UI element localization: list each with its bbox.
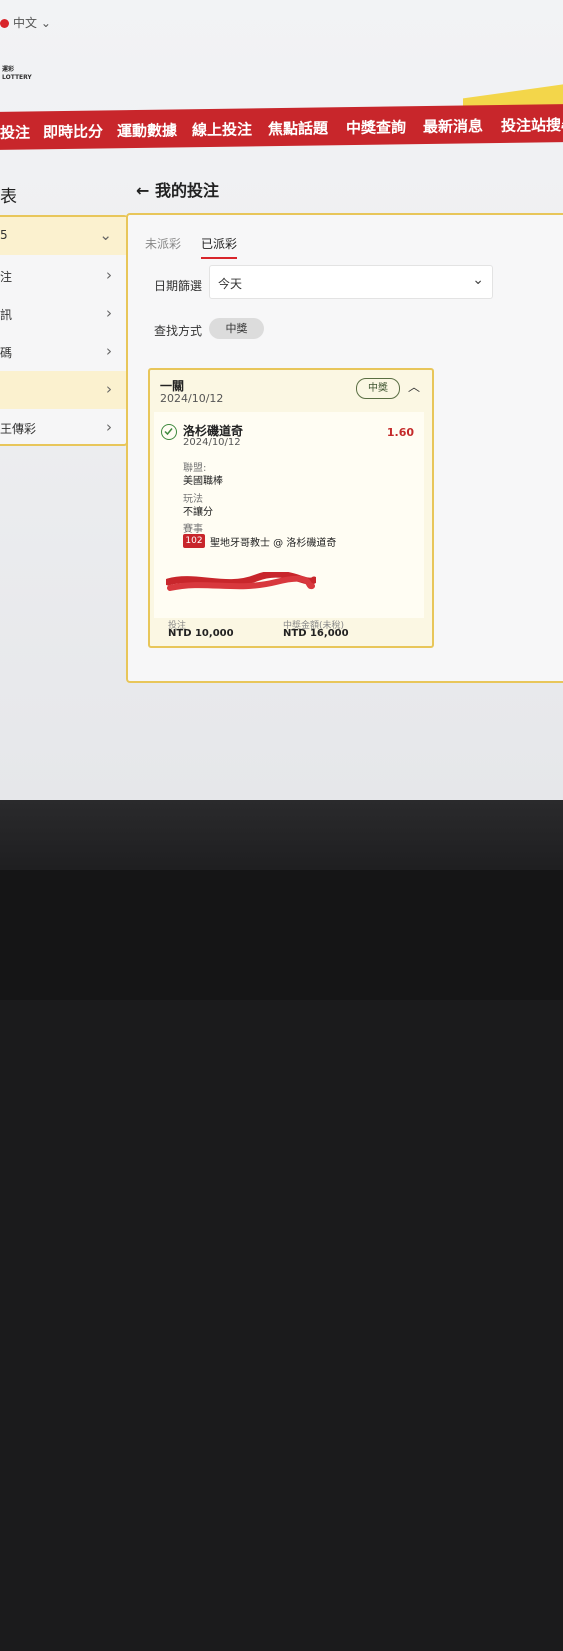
status-badge: 中獎: [356, 378, 400, 399]
league-value: 美國職棒: [183, 476, 223, 487]
nav-item-live-score[interactable]: 即時比分: [43, 120, 103, 142]
game-number-badge: 102: [183, 534, 205, 548]
chevron-right-icon: ›: [106, 304, 112, 322]
stake-value: NTD 10,000: [168, 628, 234, 639]
bets-panel: 未派彩 已派彩 日期篩選 今天 ⌄ 查找方式 中獎 一關 2024/10/12 …: [126, 213, 563, 683]
sidebar-item[interactable]: 訊 ›: [0, 295, 126, 333]
date-filter-label: 日期篩選: [154, 279, 203, 293]
sidebar-item[interactable]: 5 ⌄: [0, 217, 126, 255]
chevron-right-icon: ›: [106, 342, 112, 360]
selection-date: 2024/10/12: [183, 437, 241, 448]
bet-card-header[interactable]: 一關 2024/10/12 中獎 ︿: [150, 370, 432, 412]
payout-value: NTD 16,000: [283, 628, 349, 639]
sidebar-item-active[interactable]: ›: [0, 371, 126, 409]
browser-screen: 中文 ⌄ 運彩 LOTTERY 投注 即時比分 運動數據 線上投注 焦點話題 中獎…: [0, 0, 563, 800]
page-title: ← 我的投注: [136, 181, 219, 200]
brand-logo: [380, 1625, 530, 1651]
sidebar-item[interactable]: 碼 ›: [0, 333, 126, 371]
match-name: 聖地牙哥教士 @ 洛杉磯道奇: [210, 538, 337, 549]
bet-date: 2024/10/12: [160, 392, 224, 405]
flag-icon: [0, 19, 9, 28]
date-filter-select[interactable]: 今天 ⌄: [209, 265, 493, 299]
chevron-right-icon: ›: [106, 380, 112, 398]
nav-item-online-bet[interactable]: 線上投注: [192, 118, 252, 140]
sidebar-item[interactable]: 王傳彩 ›: [0, 409, 126, 447]
nav-item-bet[interactable]: 投注: [0, 122, 30, 143]
bet-detail: 洛杉磯道奇 2024/10/12 1.60 聯盟: 美國職棒 玩法 不讓分 賽事…: [154, 412, 424, 618]
tab-unsettled[interactable]: 未派彩: [145, 235, 181, 252]
sidebar: 5 ⌄ 注 › 訊 › 碼 › › 王傳彩 ›: [0, 215, 128, 446]
keyboard-area: [0, 870, 563, 1000]
check-circle-icon: [161, 424, 177, 440]
bet-card: 一關 2024/10/12 中獎 ︿ 洛杉磯道奇 2024/10/12 1.60…: [148, 368, 434, 648]
logo[interactable]: 運彩 LOTTERY: [2, 66, 32, 82]
play-value: 不讓分: [183, 507, 213, 518]
sidebar-item[interactable]: 注 ›: [0, 257, 126, 295]
sidebar-title: 表: [0, 187, 17, 207]
nav-item-prize-check[interactable]: 中獎查詢: [346, 116, 406, 138]
language-selector[interactable]: 中文 ⌄: [0, 14, 51, 31]
chevron-right-icon: ›: [106, 266, 112, 284]
search-method-chip[interactable]: 中獎: [209, 318, 264, 339]
chevron-up-icon[interactable]: ︿: [408, 378, 420, 395]
back-arrow-icon[interactable]: ←: [136, 181, 155, 200]
nav-item-store-search[interactable]: 投注站搜尋: [501, 114, 563, 136]
nav-item-topics[interactable]: 焦點話題: [268, 117, 328, 139]
nav-item-news[interactable]: 最新消息: [423, 115, 483, 137]
event-label: 賽事: [183, 524, 203, 535]
chevron-down-icon: ⌄: [472, 272, 484, 288]
redaction-scribble: [166, 572, 316, 591]
tab-settled[interactable]: 已派彩: [201, 235, 238, 259]
main-nav: 投注 即時比分 運動數據 線上投注 焦點話題 中獎查詢 最新消息 投注站搜尋: [0, 104, 563, 150]
nav-item-sports-data[interactable]: 運動數據: [117, 119, 177, 141]
chevron-right-icon: ›: [106, 418, 112, 436]
odds: 1.60: [386, 426, 414, 439]
chevron-down-icon: ⌄: [99, 226, 112, 244]
search-method-label: 查找方式: [154, 324, 203, 338]
